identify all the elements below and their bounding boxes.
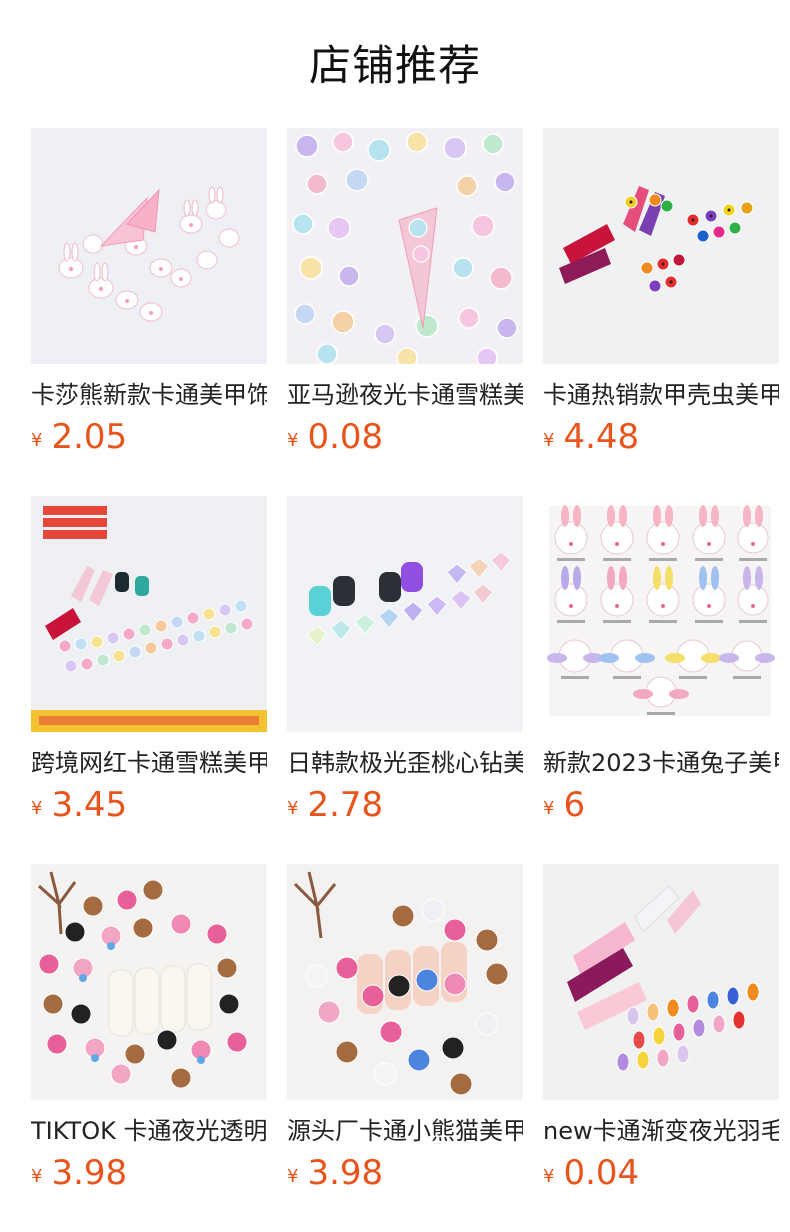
currency-symbol: ¥	[31, 798, 43, 819]
product-image-pastel-charms	[287, 128, 523, 364]
product-price: ¥3.98	[31, 1152, 127, 1194]
price-value: 3.45	[51, 785, 128, 825]
currency-symbol: ¥	[543, 1166, 555, 1187]
product-name[interactable]: new卡通渐变夜光羽毛美甲	[543, 1114, 779, 1148]
price-value: 2.05	[51, 417, 128, 457]
product-name[interactable]: 卡通热销款甲壳虫美甲	[543, 378, 779, 412]
product-card[interactable]: 日韩款极光歪桃心钻美甲 ¥2.78	[287, 496, 523, 826]
product-card[interactable]: 源头厂卡通小熊猫美甲 ¥3.98	[287, 864, 523, 1194]
product-card[interactable]: 卡莎熊新款卡通美甲饰品 ¥2.05	[31, 128, 267, 458]
page-title: 店铺推荐	[308, 41, 481, 90]
price-value: 3.98	[307, 1153, 384, 1193]
product-price: ¥2.05	[31, 416, 127, 458]
product-image[interactable]	[287, 128, 523, 364]
product-image[interactable]	[31, 128, 267, 364]
product-image-ladybug-charms	[543, 128, 779, 364]
product-image-panda-bear-charms	[287, 864, 523, 1100]
product-image[interactable]	[287, 496, 523, 732]
currency-symbol: ¥	[543, 430, 555, 451]
price-value: 4.48	[563, 417, 640, 457]
product-price: ¥3.45	[31, 784, 127, 826]
product-name[interactable]: 跨境网红卡通雪糕美甲	[31, 746, 267, 780]
product-card[interactable]: TIKTOK 卡通夜光透明熊 ¥3.98	[31, 864, 267, 1194]
product-image[interactable]	[543, 496, 779, 732]
product-name[interactable]: 卡莎熊新款卡通美甲饰品	[31, 378, 267, 412]
product-image-gradient-charms	[543, 864, 779, 1100]
product-name[interactable]: 新款2023卡通兔子美甲	[543, 746, 779, 780]
product-price: ¥4.48	[543, 416, 639, 458]
product-card[interactable]: 卡通热销款甲壳虫美甲 ¥4.48	[543, 128, 779, 458]
product-image-bunny-variety	[543, 496, 779, 732]
product-price: ¥3.98	[287, 1152, 383, 1194]
product-image[interactable]	[31, 864, 267, 1100]
product-name[interactable]: 源头厂卡通小熊猫美甲	[287, 1114, 523, 1148]
price-value: 6	[563, 785, 586, 825]
price-value: 0.04	[563, 1153, 640, 1193]
currency-symbol: ¥	[31, 430, 43, 451]
currency-symbol: ¥	[287, 1166, 299, 1187]
product-image-heart-gems	[287, 496, 523, 732]
product-name[interactable]: TIKTOK 卡通夜光透明熊	[31, 1114, 267, 1148]
product-price: ¥0.04	[543, 1152, 639, 1194]
product-grid: 卡莎熊新款卡通美甲饰品 ¥2.05	[31, 128, 790, 1232]
product-image[interactable]	[287, 864, 523, 1100]
currency-symbol: ¥	[31, 1166, 43, 1187]
product-card[interactable]: 新款2023卡通兔子美甲 ¥6	[543, 496, 779, 826]
product-card[interactable]: new卡通渐变夜光羽毛美甲 ¥0.04	[543, 864, 779, 1194]
price-value: 3.98	[51, 1153, 128, 1193]
product-name[interactable]: 亚马逊夜光卡通雪糕美甲	[287, 378, 523, 412]
product-card[interactable]: 亚马逊夜光卡通雪糕美甲 ¥0.08	[287, 128, 523, 458]
currency-symbol: ¥	[287, 430, 299, 451]
product-image-ice-cream-charms	[31, 496, 267, 732]
currency-symbol: ¥	[287, 798, 299, 819]
product-image-bunny-charms	[31, 128, 267, 364]
product-image[interactable]	[543, 128, 779, 364]
price-value: 0.08	[307, 417, 384, 457]
product-card[interactable]: 跨境网红卡通雪糕美甲 ¥3.45	[31, 496, 267, 826]
product-name[interactable]: 日韩款极光歪桃心钻美甲	[287, 746, 523, 780]
product-price: ¥0.08	[287, 416, 383, 458]
currency-symbol: ¥	[543, 798, 555, 819]
product-image[interactable]	[31, 496, 267, 732]
product-price: ¥6	[543, 784, 585, 826]
product-image-glow-bear-charms	[31, 864, 267, 1100]
price-value: 2.78	[307, 785, 384, 825]
product-price: ¥2.78	[287, 784, 383, 826]
product-image[interactable]	[543, 864, 779, 1100]
